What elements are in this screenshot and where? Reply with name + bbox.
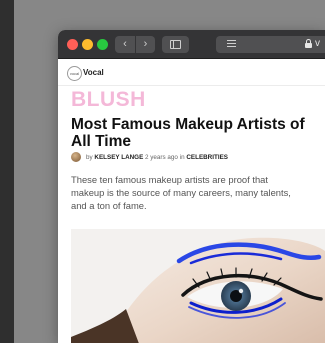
chevron-right-icon: ›	[143, 38, 148, 50]
site-name[interactable]: Vocal	[83, 66, 104, 80]
sidebar-toggle-button[interactable]	[162, 36, 189, 53]
category-link[interactable]: CELEBRITIES	[186, 154, 228, 161]
article-byline: by KELSEY LANGE 2 years ago in CELEBRITI…	[86, 153, 228, 163]
minimize-window-button[interactable]	[82, 39, 93, 50]
back-button[interactable]: ‹	[115, 36, 135, 53]
close-window-button[interactable]	[67, 39, 78, 50]
page-content: vocal Vocal BLUSH Most Famous Makeup Art…	[58, 59, 325, 343]
makeup-eye-illustration	[71, 229, 325, 343]
browser-window: ‹ › v vocal Vocal BLUSH Most Famous Make…	[58, 30, 325, 343]
post-time: 2 years ago in	[145, 154, 185, 161]
author-link[interactable]: KELSEY LANGE	[94, 154, 143, 161]
browser-toolbar: ‹ › v	[58, 30, 325, 59]
url-text[interactable]: v	[315, 38, 320, 49]
community-title[interactable]: BLUSH	[71, 87, 146, 113]
reader-icon[interactable]	[227, 40, 236, 49]
zoom-window-button[interactable]	[97, 39, 108, 50]
chevron-left-icon: ‹	[123, 38, 127, 50]
header-divider	[58, 85, 325, 86]
vocal-logo-icon[interactable]: vocal	[67, 66, 82, 81]
article-excerpt: These ten famous makeup artists are proo…	[71, 174, 291, 211]
forward-button[interactable]: ›	[136, 36, 155, 53]
hero-image	[71, 229, 325, 343]
author-avatar[interactable]	[71, 152, 81, 162]
byline-prefix: by	[86, 154, 93, 161]
article-title: Most Famous Makeup Artists of All Time	[71, 116, 305, 150]
sidebar-icon	[170, 40, 181, 49]
lock-icon	[305, 39, 312, 48]
address-bar[interactable]: v	[216, 36, 325, 53]
